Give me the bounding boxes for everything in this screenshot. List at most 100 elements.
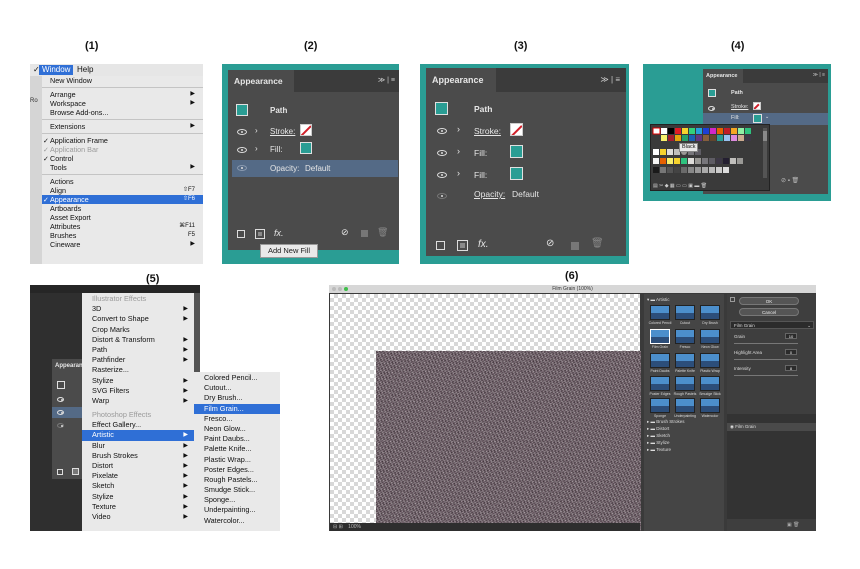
submenu-item-fresco[interactable]: Fresco... — [194, 414, 280, 424]
eye-icon[interactable] — [57, 423, 64, 428]
cancel-button[interactable]: Cancel — [739, 308, 799, 316]
fill-label[interactable]: Fill: — [474, 148, 487, 158]
swatch[interactable] — [682, 128, 688, 134]
highlight-area-value-field[interactable]: 0 — [785, 349, 797, 355]
stroke-label[interactable]: Stroke: — [474, 126, 501, 136]
thumb-cutout[interactable] — [675, 305, 695, 320]
fill-swatch[interactable] — [510, 145, 523, 158]
menu-item-video[interactable]: Video ▶ — [82, 512, 194, 522]
swatch[interactable] — [695, 158, 701, 164]
zoom-dot-icon[interactable] — [344, 287, 348, 291]
swatch[interactable] — [745, 135, 751, 141]
grain-slider[interactable] — [734, 343, 798, 344]
swatch[interactable] — [710, 128, 716, 134]
menu-item-cineware[interactable]: Cineware ▶ — [42, 240, 203, 249]
swatch[interactable] — [696, 135, 702, 141]
swatch[interactable] — [681, 167, 687, 173]
menu-item-pathfinder[interactable]: Pathfinder ▶ — [82, 355, 194, 365]
swatch[interactable] — [702, 167, 708, 173]
zoom-out-icon[interactable]: ⊟ ⊞ — [333, 524, 343, 530]
menu-item-crop-marks[interactable]: Crop Marks — [82, 325, 194, 335]
chevron-down-icon[interactable]: ⌄ — [765, 114, 769, 120]
eye-icon[interactable] — [437, 193, 447, 199]
swatch[interactable] — [661, 135, 667, 141]
expand-arrow-icon[interactable]: › — [457, 168, 460, 178]
menu-item-tools[interactable]: Tools ▶ — [42, 163, 203, 172]
panel-menu-icon[interactable]: ≫ | ≡ — [813, 72, 825, 78]
swatch[interactable] — [696, 128, 702, 134]
menu-item-svg-filters[interactable]: SVG Filters ▶ — [82, 386, 194, 396]
stroke-label[interactable]: Stroke: — [270, 127, 295, 136]
collapse-gallery-icon[interactable] — [730, 297, 735, 302]
add-new-stroke-icon[interactable] — [436, 241, 445, 250]
menu-item-new-window[interactable]: New Window — [42, 76, 203, 85]
swatch[interactable] — [681, 158, 687, 164]
thumb-sponge[interactable] — [650, 398, 670, 413]
thumb-underpainting[interactable] — [675, 398, 695, 413]
opacity-row[interactable]: Opacity: Default — [232, 160, 398, 177]
thumb-paint-daubs[interactable] — [650, 353, 670, 368]
swatch[interactable] — [717, 135, 723, 141]
intensity-slider[interactable] — [734, 375, 798, 376]
expand-arrow-icon[interactable]: › — [255, 144, 258, 153]
swatch[interactable] — [653, 167, 659, 173]
stroke-label[interactable]: Stroke: — [731, 104, 748, 110]
menu-item-convert-to-shape[interactable]: Convert to Shape ▶ — [82, 314, 194, 324]
clear-appearance-icon[interactable]: ⊘ — [341, 227, 349, 238]
eye-icon[interactable] — [237, 129, 247, 135]
fill-swatch[interactable] — [510, 167, 523, 180]
palette-scroll-thumb[interactable] — [763, 131, 767, 141]
folder-brush-strokes[interactable]: ▸ ▬ Brush Strokes — [647, 419, 685, 425]
menu-item-artboards[interactable]: Artboards — [42, 204, 203, 213]
submenu-item-dry-brush[interactable]: Dry Brush... — [194, 393, 280, 403]
swatch[interactable] — [731, 128, 737, 134]
swatch[interactable] — [653, 149, 659, 155]
swatch[interactable] — [724, 128, 730, 134]
swatch[interactable] — [731, 135, 737, 141]
fill-label[interactable]: Fill: — [731, 115, 740, 121]
swatch[interactable] — [738, 135, 744, 141]
opacity-label[interactable]: Opacity: — [270, 164, 299, 173]
submenu-item-film-grain[interactable]: Film Grain... — [194, 403, 280, 414]
submenu-item-paint-daubs[interactable]: Paint Daubs... — [194, 434, 280, 444]
panel-menu-icon[interactable]: ≫ | ≡ — [600, 75, 620, 84]
eye-icon[interactable] — [437, 128, 447, 134]
submenu-item-sponge[interactable]: Sponge... — [194, 495, 280, 505]
menu-item-rasterize[interactable]: Rasterize... — [82, 365, 194, 375]
swatch[interactable] — [737, 158, 743, 164]
swatch[interactable] — [674, 158, 680, 164]
zoom-level[interactable]: 100% — [348, 524, 361, 530]
swatch[interactable] — [653, 158, 659, 164]
swatch-none[interactable] — [652, 127, 661, 135]
highlight-area-slider[interactable] — [734, 359, 798, 360]
swatch[interactable] — [667, 158, 673, 164]
expand-arrow-icon[interactable]: › — [457, 146, 460, 156]
thumb-palette-knife[interactable] — [675, 353, 695, 368]
preview-canvas[interactable] — [330, 294, 641, 531]
menu-item-brushes[interactable]: Brushes F5 — [42, 231, 203, 240]
submenu-item-watercolor[interactable]: Watercolor... — [194, 516, 280, 526]
folder-texture[interactable]: ▸ ▬ Texture — [647, 447, 671, 453]
swatch[interactable] — [703, 135, 709, 141]
add-new-stroke-icon[interactable] — [237, 230, 245, 238]
swatch[interactable] — [688, 167, 694, 173]
thumb-fresco[interactable] — [675, 329, 695, 344]
menu-item-application-frame[interactable]: ✓ Application Frame — [42, 136, 203, 145]
submenu-item-colored-pencil[interactable]: Colored Pencil... — [194, 373, 280, 383]
swatch[interactable] — [716, 167, 722, 173]
swatch[interactable] — [674, 167, 680, 173]
thumb-rough-pastels[interactable] — [675, 376, 695, 391]
swatch[interactable] — [724, 135, 730, 141]
menu-item-control[interactable]: ✓ Control — [42, 154, 203, 163]
tab-appearance[interactable]: Appearance — [703, 69, 743, 83]
folder-sketch[interactable]: ▸ ▬ Sketch — [647, 433, 670, 439]
effect-layer-row[interactable]: ◉ Film Grain — [727, 423, 816, 431]
ok-button[interactable]: OK — [739, 297, 799, 305]
swatch[interactable] — [709, 167, 715, 173]
menu-item-artistic[interactable]: Artistic ▶ — [82, 430, 194, 441]
menu-item-stylize[interactable]: Stylize ▶ — [82, 376, 194, 386]
swatch[interactable] — [667, 149, 673, 155]
menu-item-distort-transform[interactable]: Distort & Transform ▶ — [82, 335, 194, 345]
thumb-colored-pencil[interactable] — [650, 305, 670, 320]
thumb-neon-glow[interactable] — [700, 329, 720, 344]
